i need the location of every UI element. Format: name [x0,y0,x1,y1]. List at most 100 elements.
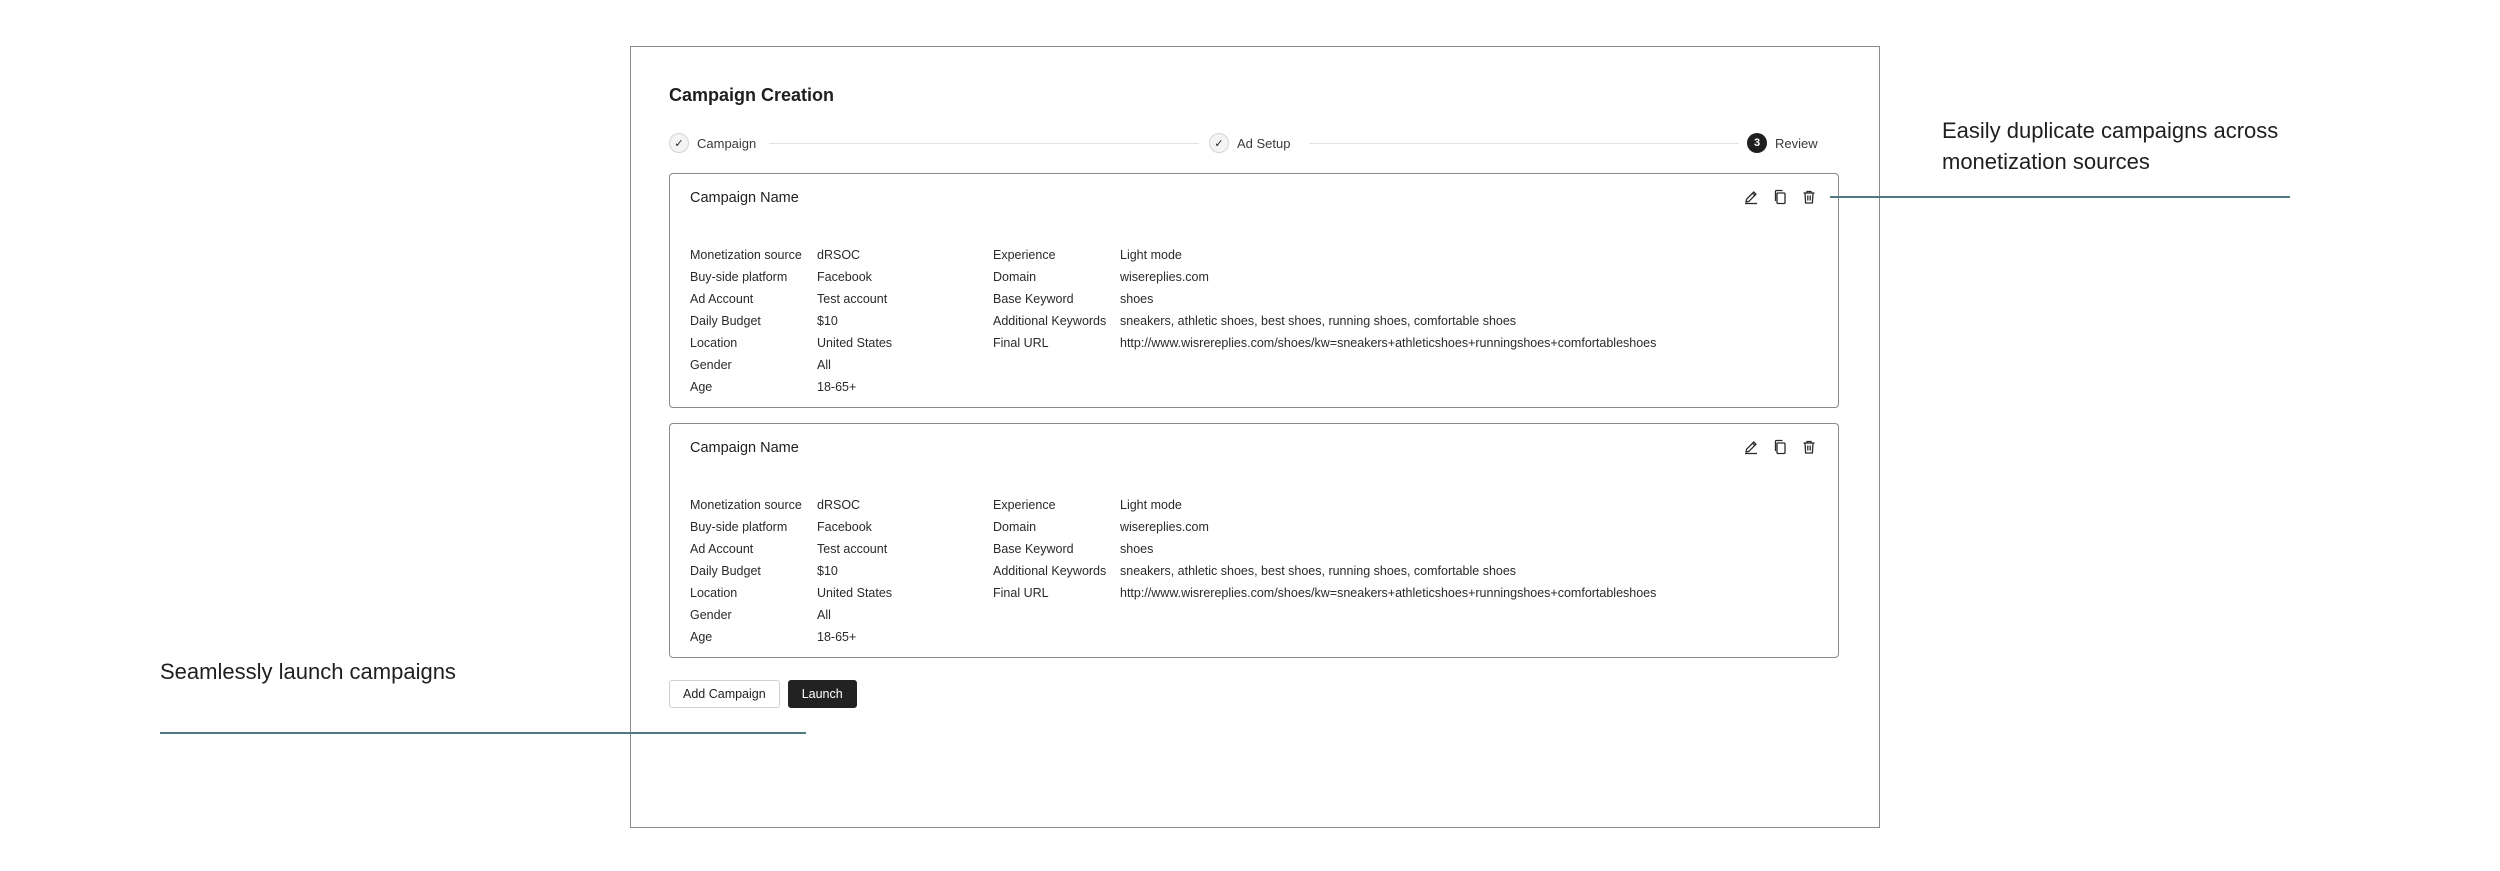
step-number: 3 [1747,133,1767,153]
detail-label: Monetization source [690,248,802,262]
campaign-details-right: Experience Light mode Domain wisereplies.c… [993,494,1656,604]
detail-value: All [817,358,831,372]
detail-row: Daily Budget $10 [690,560,892,582]
detail-label: Base Keyword [993,542,1074,556]
detail-label: Experience [993,248,1056,262]
edit-icon[interactable] [1742,438,1760,456]
detail-value: sneakers, athletic shoes, best shoes, ru… [1120,564,1517,578]
campaign-card: Campaign Name Monetization source dRSOC B… [669,423,1839,658]
campaign-details-left: Monetization source dRSOC Buy-side platfo… [690,494,892,648]
detail-row: Gender All [690,604,892,626]
detail-row: Experience Light mode [993,244,1656,266]
detail-label: Monetization source [690,498,802,512]
detail-label: Daily Budget [690,564,761,578]
detail-value: All [817,608,831,622]
detail-label: Gender [690,608,732,622]
detail-value: Light mode [1120,248,1182,262]
step-ad-setup[interactable]: ✓ Ad Setup [1209,131,1291,155]
trash-icon[interactable] [1800,438,1818,456]
step-review[interactable]: 3 Review [1747,131,1818,155]
copy-icon[interactable] [1771,438,1789,456]
detail-value: shoes [1120,542,1154,556]
annotation-launch-line [160,732,806,734]
detail-label: Domain [993,520,1037,534]
detail-label: Base Keyword [993,292,1074,306]
detail-value: 18-65+ [817,380,857,394]
check-icon: ✓ [669,133,689,153]
detail-row: Domain wisereplies.com [993,266,1656,288]
detail-value: wisereplies.com [1120,520,1209,534]
step-label: Campaign [697,135,757,151]
detail-value: Test account [817,292,888,306]
stepper-connector [1309,143,1739,144]
footer-actions: Add Campaign Launch [669,680,857,708]
stepper: ✓ Campaign ✓ Ad Setup 3 Review [669,131,1818,155]
detail-label: Buy-side platform [690,270,788,284]
copy-icon[interactable] [1771,188,1789,206]
detail-value: wisereplies.com [1120,270,1209,284]
launch-button[interactable]: Launch [787,680,857,708]
detail-label: Final URL [993,336,1049,350]
stepper-connector [769,143,1199,144]
detail-value: United States [817,336,893,350]
detail-label: Additional Keywords [993,564,1107,578]
campaign-details-left: Monetization source dRSOC Buy-side platfo… [690,244,892,398]
step-label: Review [1775,135,1818,151]
detail-row: Additional Keywords sneakers, athletic sh… [993,560,1656,582]
detail-label: Daily Budget [690,314,761,328]
detail-row: Location United States [690,582,892,604]
final-url: http://www.wisrereplies.com/shoes/kw=sne… [1120,586,1657,600]
detail-row: Final URL http://www.wisrereplies.com/sho… [993,332,1656,354]
detail-row: Gender All [690,354,892,376]
detail-row: Final URL http://www.wisrereplies.com/sho… [993,582,1656,604]
detail-label: Ad Account [690,542,754,556]
detail-label: Buy-side platform [690,520,788,534]
detail-row: Buy-side platform Facebook [690,266,892,288]
detail-value: Light mode [1120,498,1182,512]
trash-icon[interactable] [1800,188,1818,206]
page-title: Campaign Creation [669,85,835,105]
detail-value: sneakers, athletic shoes, best shoes, ru… [1120,314,1517,328]
annotation-launch: Seamlessly launch campaigns [160,659,456,684]
detail-label: Ad Account [690,292,754,306]
edit-icon[interactable] [1742,188,1760,206]
detail-row: Base Keyword shoes [993,538,1656,560]
detail-row: Monetization source dRSOC [690,244,892,266]
detail-value: Facebook [817,270,872,284]
detail-label: Age [690,380,713,394]
detail-row: Experience Light mode [993,494,1656,516]
campaign-details-right: Experience Light mode Domain wisereplies.c… [993,244,1656,354]
annotation-duplicate: Easily duplicate campaigns across moneti… [1942,118,2279,174]
detail-value: dRSOC [817,498,861,512]
detail-row: Monetization source dRSOC [690,494,892,516]
detail-row: Ad Account Test account [690,538,892,560]
add-campaign-button[interactable]: Add Campaign [669,680,780,708]
annotation-duplicate-line [1830,196,2290,198]
step-label: Ad Setup [1237,135,1291,151]
detail-row: Additional Keywords sneakers, athletic sh… [993,310,1656,332]
detail-row: Ad Account Test account [690,288,892,310]
detail-label: Age [690,630,713,644]
detail-label: Gender [690,358,732,372]
detail-value: Facebook [817,520,872,534]
detail-label: Location [690,336,738,350]
step-campaign[interactable]: ✓ Campaign [669,131,757,155]
detail-row: Buy-side platform Facebook [690,516,892,538]
detail-value: 18-65+ [817,630,857,644]
detail-row: Location United States [690,332,892,354]
detail-value: $10 [817,564,838,578]
detail-label: Location [690,586,738,600]
detail-row: Base Keyword shoes [993,288,1656,310]
campaign-card: Campaign Name Monetization source dRSOC B… [669,173,1839,408]
detail-label: Experience [993,498,1056,512]
detail-value: Test account [817,542,888,556]
detail-value: $10 [817,314,838,328]
card-actions [1742,188,1818,206]
detail-value: United States [817,586,893,600]
card-actions [1742,438,1818,456]
campaign-creation-window: Campaign Creation ✓ Campaign ✓ Ad Setup … [630,46,1880,828]
detail-row: Age 18-65+ [690,376,892,398]
final-url: http://www.wisrereplies.com/shoes/kw=sne… [1120,336,1657,350]
detail-value: dRSOC [817,248,861,262]
detail-row: Domain wisereplies.com [993,516,1656,538]
